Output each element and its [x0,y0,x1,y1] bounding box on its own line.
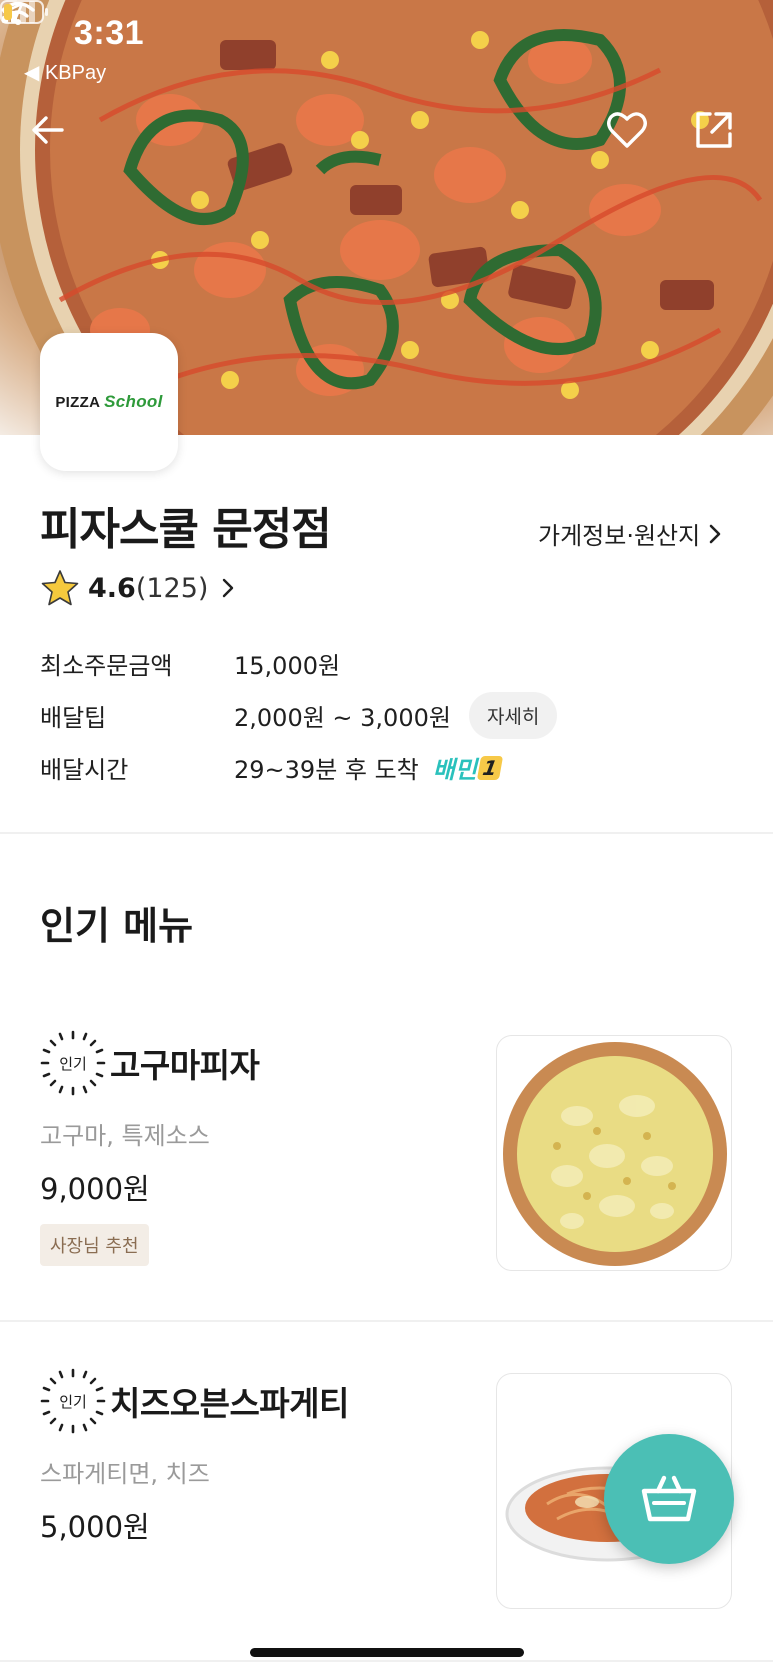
chevron-right-icon [223,578,234,598]
store-logo: PIZZA School [40,333,178,471]
battery-icon [0,0,48,24]
star-icon [41,570,79,606]
item-divider [0,1320,773,1322]
baemin-one-badge: 배민 1 [432,750,503,785]
rating-count: (125) [135,572,209,604]
delivery-time-value: 29~39분 후 도착 [234,756,419,784]
status-bar: 3:31 ◀ KBPay [0,0,773,100]
delivery-tip-detail-button[interactable]: 자세히 [468,692,558,739]
basket-icon [641,1475,697,1522]
menu-item-description: 고구마, 특제소스 [40,1122,210,1150]
menu-item-description: 스파게티면, 치즈 [40,1460,210,1488]
rating-summary[interactable]: 4.6 (125) [40,568,234,608]
chevron-right-icon [709,524,721,543]
min-order-label: 최소주문금액 [40,652,173,680]
min-order-row: 최소주문금액 15,000원 [40,646,340,681]
owner-recommend-tag: 사장님 추천 [40,1224,149,1266]
popular-badge: 인기 [40,1368,106,1434]
menu-item-photo [496,1035,732,1271]
back-to-app-link[interactable]: ◀ KBPay [24,60,106,85]
store-name: 피자스쿨 문정점 [40,504,332,555]
delivery-tip-value: 2,000원 ~ 3,000원 [234,704,451,732]
rating-score: 4.6 [88,572,136,604]
pizza-photo-illustration [503,1042,727,1266]
menu-item-price: 9,000원 [40,1172,150,1206]
menu-item-name: 치즈오븐스파게티 [110,1384,349,1423]
favorite-button[interactable] [606,110,658,162]
logo-text-school: School [104,392,163,411]
share-button[interactable] [694,110,746,162]
cart-button[interactable] [604,1434,734,1564]
popular-badge-label: 인기 [59,1054,87,1073]
heart-icon [607,112,647,148]
popular-menu-title: 인기 메뉴 [40,904,194,948]
share-icon [696,112,732,148]
home-indicator[interactable] [250,1648,524,1657]
delivery-time-row: 배달시간 29~39분 후 도착 배민 1 [40,750,503,785]
menu-item-name: 고구마피자 [110,1046,260,1085]
section-divider [0,832,773,834]
menu-item-sweet-potato-pizza[interactable]: 인기 고구마피자 고구마, 특제소스 9,000원 사장님 추천 [0,1030,773,1320]
delivery-tip-label: 배달팁 [40,704,107,732]
min-order-value: 15,000원 [234,652,341,680]
menu-item-price: 5,000원 [40,1510,150,1544]
delivery-tip-row: 배달팁 2,000원 ~ 3,000원 자세히 [40,692,558,739]
popular-badge: 인기 [40,1030,106,1096]
back-button[interactable] [28,110,80,162]
popular-badge-label: 인기 [59,1392,87,1411]
baemin-one-number: 1 [476,755,503,780]
baemin-label: 배민 [432,756,477,784]
item-divider [0,1660,773,1662]
status-time: 3:31 [74,14,145,52]
delivery-time-label: 배달시간 [40,756,129,784]
store-info-link[interactable]: 가게정보·원산지 [538,516,722,551]
arrow-left-icon [32,116,64,144]
store-info-label: 가게정보·원산지 [538,522,701,550]
logo-text-pizza: PIZZA [55,394,100,411]
